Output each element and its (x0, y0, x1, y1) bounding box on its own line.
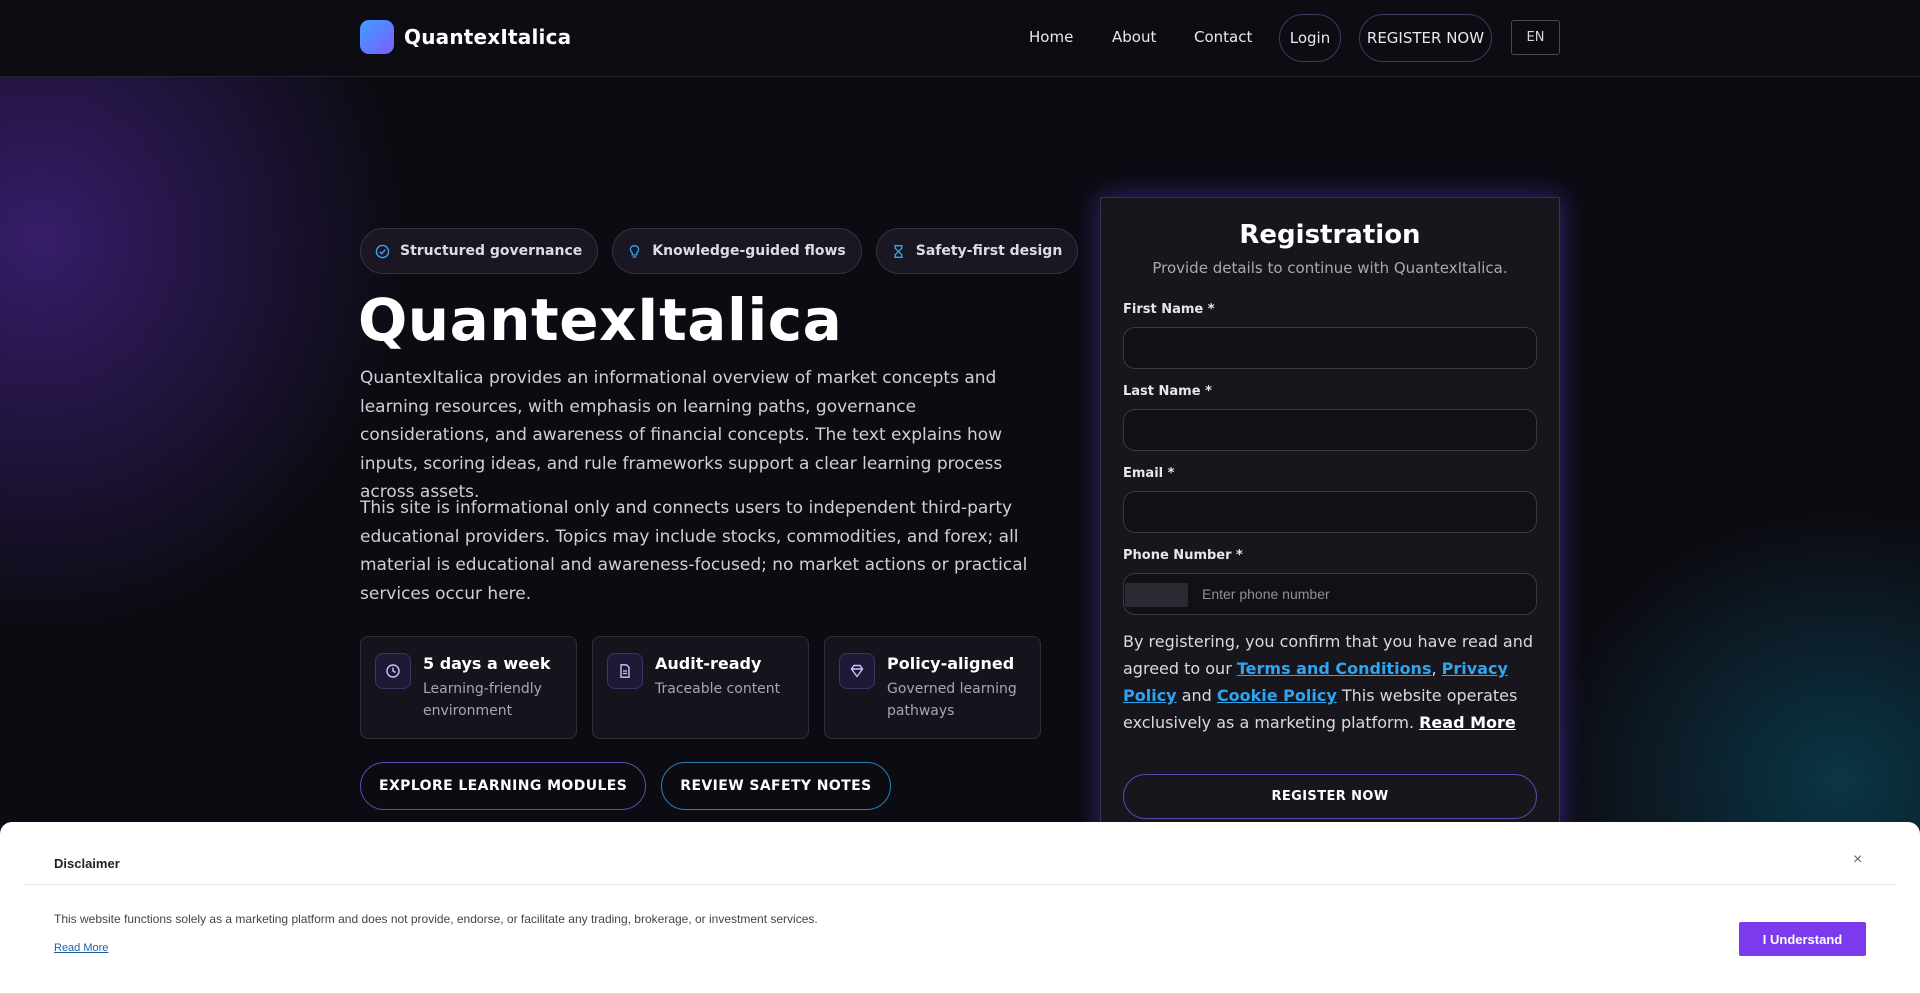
last-name-field[interactable] (1123, 409, 1537, 451)
brand-name: QuantexItalica (404, 25, 572, 49)
email-label: Email * (1123, 466, 1175, 481)
tag-label: Structured governance (400, 243, 583, 259)
feature-card-policy: Policy-aligned Governed learning pathway… (824, 636, 1041, 739)
phone-field (1123, 573, 1537, 615)
feature-title: 5 days a week (423, 654, 551, 673)
review-safety-button[interactable]: REVIEW SAFETY NOTES (661, 762, 891, 810)
close-icon[interactable]: × (1853, 851, 1862, 869)
language-selector[interactable]: EN (1511, 20, 1560, 55)
country-code-selector[interactable] (1125, 583, 1188, 607)
feature-card-audit: Audit-ready Traceable content (592, 636, 809, 739)
feature-cards: 5 days a week Learning-friendly environm… (360, 636, 1041, 739)
feature-card-schedule: 5 days a week Learning-friendly environm… (360, 636, 577, 739)
feature-subtitle: Traceable content (655, 681, 781, 697)
disclaimer-read-more-link[interactable]: Read More (54, 942, 108, 954)
lightbulb-icon (629, 244, 640, 258)
consent-text: By registering, you confirm that you hav… (1123, 632, 1534, 732)
feature-subtitle: Governed learning pathways (887, 681, 1017, 719)
hourglass-icon (894, 244, 903, 258)
tag-knowledge-guided-flows: Knowledge-guided flows (612, 228, 862, 274)
hero-tags: Structured governance Knowledge-guided f… (360, 228, 1079, 274)
disclaimer-title: Disclaimer (54, 856, 120, 871)
divider (24, 884, 1896, 885)
first-name-label: First Name * (1123, 302, 1215, 317)
first-name-field[interactable] (1123, 327, 1537, 369)
explore-modules-button[interactable]: EXPLORE LEARNING MODULES (360, 762, 647, 810)
login-button[interactable]: Login (1279, 14, 1341, 62)
cookie-link[interactable]: Cookie Policy (1217, 686, 1337, 705)
header-register-button[interactable]: REGISTER NOW (1359, 14, 1492, 62)
site-header: QuantexItalica Home About Contact Login … (0, 0, 1920, 77)
email-field[interactable] (1123, 491, 1537, 533)
registration-card: Registration Provide details to continue… (1100, 197, 1560, 837)
tag-label: Safety-first design (915, 243, 1063, 259)
disclaimer-banner: Disclaimer × This website functions sole… (0, 822, 1920, 993)
check-circle-icon (375, 244, 390, 258)
tag-structured-governance: Structured governance (360, 228, 599, 274)
read-more-link[interactable]: Read More (1419, 713, 1516, 732)
nav-about[interactable]: About (1112, 28, 1156, 46)
feature-subtitle: Learning-friendly environment (423, 681, 542, 719)
clock-icon (375, 653, 411, 689)
nav-home[interactable]: Home (1029, 28, 1073, 46)
tag-label: Knowledge-guided flows (652, 243, 846, 259)
hero-title: QuantexItalica (358, 286, 843, 354)
tag-safety-first-design: Safety-first design (875, 228, 1079, 274)
understand-button[interactable]: I Understand (1739, 922, 1866, 956)
hero-paragraph-2: This site is informational only and conn… (360, 498, 1028, 604)
terms-link[interactable]: Terms and Conditions (1237, 659, 1432, 678)
feature-title: Policy-aligned (887, 654, 1015, 673)
document-icon (607, 653, 643, 689)
nav-contact[interactable]: Contact (1194, 28, 1252, 46)
logo-mark-icon (360, 20, 394, 54)
phone-input[interactable] (1202, 574, 1522, 614)
feature-title: Audit-ready (655, 654, 762, 673)
phone-label: Phone Number * (1123, 548, 1243, 563)
hero-actions: EXPLORE LEARNING MODULES REVIEW SAFETY N… (360, 762, 891, 810)
diamond-icon (839, 653, 875, 689)
registration-title: Registration (1239, 220, 1421, 250)
registration-subtitle: Provide details to continue with Quantex… (1152, 259, 1508, 277)
disclaimer-text: This website functions solely as a marke… (54, 912, 818, 926)
register-submit-button[interactable]: REGISTER NOW (1123, 774, 1537, 819)
brand-logo[interactable]: QuantexItalica (360, 20, 571, 54)
hero-paragraph-1: QuantexItalica provides an informational… (360, 368, 1003, 502)
consent-and: and (1181, 686, 1212, 705)
last-name-label: Last Name * (1123, 384, 1212, 399)
